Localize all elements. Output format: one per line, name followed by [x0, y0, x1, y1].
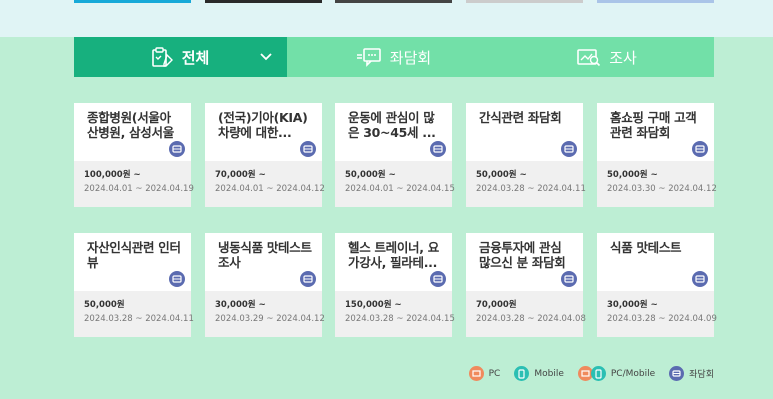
card-title: 금융투자에 관심 많으신 분 좌담회 — [479, 240, 566, 270]
event-card[interactable]: 헬스 트레이너, 요가강사, 필라테... 150,000원 ~ 2024.03.… — [335, 233, 455, 337]
mobile-icon — [514, 366, 530, 381]
card-date: 2024.03.28 ~ 2024.04.11 — [84, 314, 194, 324]
legend-item-pc-mobile: PC/Mobile — [577, 366, 656, 381]
card-date: 2024.03.28 ~ 2024.04.15 — [345, 314, 455, 324]
card-title: 자산인식관련 인터뷰 — [87, 240, 181, 270]
legend-label: 좌담회 — [689, 370, 714, 380]
chat-icon — [356, 47, 382, 67]
banner-thumb-1[interactable] — [74, 0, 191, 3]
card-price: 30,000원 ~ — [215, 300, 266, 310]
legend-label: Mobile — [534, 368, 564, 379]
roundtable-icon — [430, 141, 446, 157]
card-title: 종합병원(서울아산병원, 삼성서울병... — [87, 110, 174, 140]
card-title: 홈쇼핑 구매 고객 관련 좌담회 — [610, 110, 697, 140]
event-card[interactable]: 식품 맛테스트 30,000원 ~ 2024.03.28 ~ 2024.04.09 — [597, 233, 717, 337]
roundtable-icon — [669, 366, 685, 381]
survey-icon — [577, 47, 601, 67]
event-card[interactable]: 자산인식관련 인터뷰 50,000원 2024.03.28 ~ 2024.04.1… — [74, 233, 194, 337]
event-card[interactable]: 냉동식품 맛테스트 조사 30,000원 ~ 2024.03.29 ~ 2024.… — [205, 233, 325, 337]
card-title: (전국)기아(KIA) 차량에 대한... — [218, 110, 308, 140]
card-title: 냉동식품 맛테스트 조사 — [218, 240, 312, 270]
roundtable-icon — [169, 141, 185, 157]
mobile-icon — [590, 366, 606, 381]
tab-roundtable-label: 좌담회 — [389, 48, 432, 67]
card-date: 2024.03.30 ~ 2024.04.12 — [607, 184, 717, 194]
legend-label: PC/Mobile — [610, 368, 656, 379]
card-date: 2024.04.01 ~ 2024.04.15 — [345, 184, 455, 194]
roundtable-icon — [561, 141, 577, 157]
card-date: 2024.03.28 ~ 2024.04.08 — [476, 314, 586, 324]
tab-roundtable[interactable]: 좌담회 — [287, 37, 500, 77]
chevron-down-icon[interactable] — [259, 49, 273, 63]
roundtable-icon — [169, 271, 185, 287]
legend-label: PC — [488, 368, 501, 379]
tab-all[interactable]: 전체 — [74, 37, 287, 77]
card-title: 간식관련 좌담회 — [479, 110, 562, 125]
card-title: 운동에 관심이 많은 30~45세 ... — [348, 110, 436, 140]
card-date: 2024.04.01 ~ 2024.04.12 — [215, 184, 325, 194]
roundtable-icon — [430, 271, 446, 287]
event-card[interactable]: 종합병원(서울아산병원, 삼성서울병... 100,000원 ~ 2024.04.… — [74, 103, 194, 207]
card-price: 50,000원 ~ — [345, 170, 396, 180]
banner-thumb-5[interactable] — [597, 0, 714, 3]
card-price: 50,000원 ~ — [476, 170, 527, 180]
list-check-icon — [151, 47, 174, 67]
type-legend: PC Mobile PC/Mobile 좌담회 — [461, 366, 714, 381]
card-price: 50,000원 ~ — [607, 170, 658, 180]
roundtable-icon — [300, 141, 316, 157]
roundtable-icon — [300, 271, 316, 287]
pc-icon — [468, 366, 484, 381]
roundtable-icon — [692, 271, 708, 287]
event-card[interactable]: 운동에 관심이 많은 30~45세 ... 50,000원 ~ 2024.04.0… — [335, 103, 455, 207]
top-banner-strip — [0, 0, 773, 37]
event-card[interactable]: 금융투자에 관심 많으신 분 좌담회 70,000원 2024.03.28 ~ 2… — [466, 233, 586, 337]
card-price: 150,000원 ~ — [345, 300, 402, 310]
roundtable-icon — [561, 271, 577, 287]
banner-thumb-3[interactable] — [335, 0, 452, 3]
tab-survey-label: 조사 — [609, 48, 637, 67]
banner-thumb-4[interactable] — [466, 0, 583, 3]
legend-item-pc: PC — [468, 366, 501, 381]
card-date: 2024.03.28 ~ 2024.04.11 — [476, 184, 586, 194]
card-price: 50,000원 — [84, 300, 125, 310]
card-price: 30,000원 ~ — [607, 300, 658, 310]
event-card[interactable]: (전국)기아(KIA) 차량에 대한... 70,000원 ~ 2024.04.0… — [205, 103, 325, 207]
card-price: 70,000원 — [476, 300, 517, 310]
card-date: 2024.04.01 ~ 2024.04.19 — [84, 184, 194, 194]
roundtable-icon — [692, 141, 708, 157]
card-price: 100,000원 ~ — [84, 170, 141, 180]
tab-survey[interactable]: 조사 — [500, 37, 714, 77]
banner-thumb-2[interactable] — [205, 0, 322, 3]
card-price: 70,000원 ~ — [215, 170, 266, 180]
legend-item-mobile: Mobile — [514, 366, 564, 381]
category-tabs: 전체 좌담회 조사 — [74, 37, 714, 77]
card-title: 헬스 트레이너, 요가강사, 필라테... — [348, 240, 439, 270]
tab-all-label: 전체 — [181, 48, 210, 67]
card-date: 2024.03.28 ~ 2024.04.09 — [607, 314, 717, 324]
legend-item-roundtable: 좌담회 — [669, 366, 714, 381]
card-date: 2024.03.29 ~ 2024.04.12 — [215, 314, 325, 324]
event-card[interactable]: 간식관련 좌담회 50,000원 ~ 2024.03.28 ~ 2024.04.1… — [466, 103, 586, 207]
card-title: 식품 맛테스트 — [610, 240, 682, 255]
event-card[interactable]: 홈쇼핑 구매 고객 관련 좌담회 50,000원 ~ 2024.03.30 ~ 2… — [597, 103, 717, 207]
